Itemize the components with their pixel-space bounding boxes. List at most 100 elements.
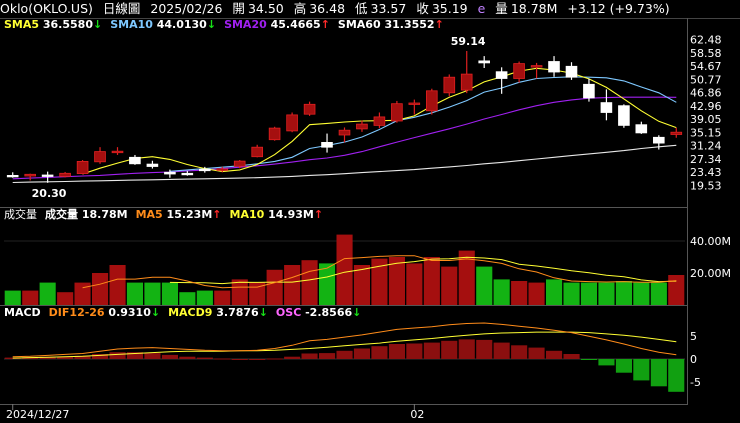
price-tick-label: 46.86 — [690, 87, 722, 100]
candle-body — [495, 71, 508, 79]
candle-body — [425, 90, 438, 112]
volume-bar — [57, 292, 74, 305]
candle-body — [233, 160, 246, 167]
volume-tick-label: 20.00M — [690, 267, 731, 280]
osc-bar — [650, 359, 667, 387]
volume-bar — [179, 292, 196, 305]
osc-bar — [528, 347, 545, 359]
volume-bar — [161, 282, 178, 305]
osc-bar — [249, 359, 266, 360]
volume-bar — [214, 290, 231, 305]
stock-chart[interactable]: 62.4858.5854.6750.7746.8642.9639.0535.15… — [0, 0, 740, 423]
osc-bar — [196, 357, 213, 359]
candle-body — [146, 163, 159, 167]
candle-body — [670, 131, 683, 135]
osc-bar — [336, 350, 353, 359]
volume-bar — [406, 263, 423, 305]
osc-bar — [563, 354, 580, 359]
volume-bar — [39, 282, 56, 305]
volume-bar — [423, 257, 440, 305]
osc-bar — [580, 359, 597, 360]
candle-body — [59, 172, 71, 177]
candle-body — [513, 63, 525, 79]
volume-tick-label: 40.00M — [690, 235, 731, 248]
macd-tick-label: -5 — [690, 376, 701, 389]
candle-body — [373, 116, 386, 126]
price-tick-label: 19.53 — [690, 179, 722, 192]
price-tick-label: 58.58 — [690, 47, 722, 60]
volume-bar — [266, 269, 283, 305]
candle-body — [6, 174, 19, 178]
volume-bar — [336, 234, 353, 305]
price-tick-label: 23.43 — [690, 166, 722, 179]
osc-bar — [406, 343, 423, 359]
candle-body — [460, 73, 473, 91]
macd-tick-label: 0 — [690, 353, 697, 366]
x-tick-label: 02 — [410, 408, 424, 421]
candle-body — [583, 83, 595, 99]
volume-bar — [563, 282, 580, 305]
volume-bar — [353, 265, 370, 305]
candle-body — [565, 65, 578, 78]
osc-bar — [109, 352, 126, 359]
price-tick-label: 27.34 — [690, 153, 722, 166]
volume-bar — [4, 290, 21, 305]
candle-body — [653, 136, 665, 144]
candle-body — [198, 168, 211, 172]
osc-bar — [458, 339, 475, 359]
osc-bar — [598, 359, 615, 366]
price-tick-label: 54.67 — [690, 60, 722, 73]
osc-bar — [388, 344, 405, 359]
volume-bar — [633, 282, 650, 305]
osc-bar — [371, 346, 388, 359]
candle-body — [391, 103, 403, 122]
candle-body — [164, 171, 176, 175]
osc-bar — [423, 342, 440, 359]
price-tick-label: 42.96 — [690, 100, 722, 113]
candle-body — [338, 129, 351, 136]
volume-bar — [74, 282, 91, 305]
candle-body — [76, 160, 89, 174]
volume-bar — [615, 281, 632, 305]
candle-body — [548, 61, 560, 73]
candle-body — [443, 76, 456, 94]
candle-body — [286, 114, 298, 132]
osc-bar — [511, 345, 528, 359]
volume-bar — [196, 290, 213, 305]
volume-bar — [528, 282, 545, 305]
candle-body — [356, 123, 368, 130]
osc-bar — [284, 356, 301, 359]
volume-bar — [493, 279, 510, 305]
candle-body — [478, 60, 490, 64]
volume-bar — [284, 265, 301, 305]
osc-bar — [214, 358, 231, 360]
macd-tick-label: 5 — [690, 330, 697, 343]
volume-bar — [22, 290, 39, 305]
candle-body — [41, 174, 54, 177]
osc-bar — [301, 353, 318, 359]
osc-bar — [668, 359, 685, 392]
volume-bar — [650, 282, 667, 305]
volume-bar — [109, 265, 126, 305]
price-tick-label: 31.24 — [690, 140, 722, 153]
price-annotation: 59.14 — [451, 35, 486, 48]
osc-bar — [179, 356, 196, 359]
osc-bar — [266, 358, 283, 360]
candle-body — [530, 65, 543, 68]
osc-bar — [231, 359, 248, 360]
volume-bar — [441, 266, 458, 305]
osc-bar — [353, 348, 370, 359]
candle-body — [251, 146, 264, 158]
candle-body — [635, 124, 648, 134]
volume-bar — [668, 275, 685, 305]
candle-body — [303, 103, 316, 115]
candle-body — [111, 150, 124, 154]
osc-bar — [615, 359, 632, 373]
volume-bar — [231, 279, 248, 305]
volume-bar — [598, 282, 615, 305]
volume-bar — [126, 282, 143, 305]
osc-bar — [319, 353, 336, 359]
osc-bar — [441, 340, 458, 359]
volume-bar — [301, 260, 318, 305]
candle-body — [618, 105, 630, 126]
